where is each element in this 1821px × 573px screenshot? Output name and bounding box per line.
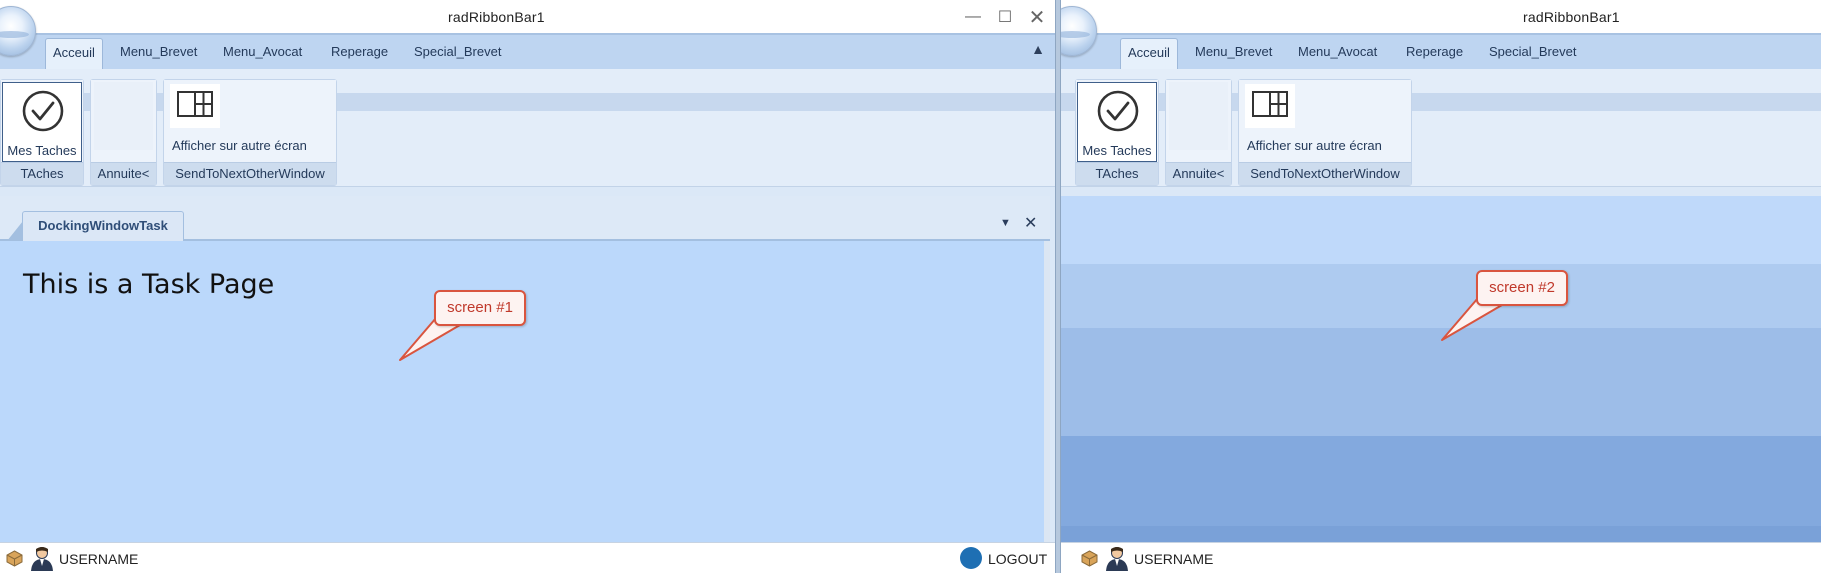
main-window-screen-2: radRibbonBar1 Acceuil Menu_Brevet Menu_A…: [1061, 0, 1821, 573]
close-icon[interactable]: ✕: [1022, 4, 1052, 30]
status-bar: USERNAME LOGOUT: [0, 542, 1055, 573]
tab-reperage[interactable]: Reperage: [331, 44, 388, 59]
logout-icon[interactable]: [960, 547, 982, 569]
mes-taches-button[interactable]: Mes Taches: [1077, 82, 1157, 162]
empty-workspace: [1061, 196, 1821, 542]
ribbon-tab-bar: Acceuil Menu_Brevet Menu_Avocat Reperage…: [0, 35, 1055, 69]
user-icon: [31, 547, 53, 571]
mes-taches-label: Mes Taches: [7, 143, 77, 158]
group-taches-title: TAches: [1076, 162, 1158, 185]
tab-special-brevet[interactable]: Special_Brevet: [1489, 44, 1576, 59]
group-taches: Mes Taches TAches: [1075, 79, 1159, 186]
package-icon: [1081, 550, 1098, 567]
tab-reperage[interactable]: Reperage: [1406, 44, 1463, 59]
logout-button[interactable]: LOGOUT: [988, 551, 1047, 567]
mes-taches-button[interactable]: Mes Taches: [2, 82, 82, 162]
minimize-icon[interactable]: —: [958, 4, 988, 30]
tab-acceuil[interactable]: Acceuil: [45, 38, 103, 69]
ribbon-band: [0, 93, 1055, 111]
group-annuite-title: Annuite<: [1166, 162, 1231, 185]
ribbon-panel: Mes Taches TAches Annuite< Afficher sur …: [1061, 69, 1821, 187]
window-title: radRibbonBar1: [448, 9, 545, 25]
callout-screen-1: screen #1: [434, 290, 526, 326]
dock-tab-task[interactable]: DockingWindowTask: [7, 211, 184, 241]
main-window-screen-1: radRibbonBar1 — ☐ ✕ Acceuil Menu_Brevet …: [0, 0, 1055, 573]
group-annuite: Annuite<: [1165, 79, 1232, 186]
annuite-empty-area: [94, 82, 153, 150]
task-page-text: This is a Task Page: [23, 269, 275, 300]
dock-dropdown-icon[interactable]: ▼: [1000, 217, 1011, 229]
dock-tab-strip: DockingWindowTask ▼ ✕: [0, 196, 1050, 241]
window-title: radRibbonBar1: [1523, 9, 1620, 25]
package-icon: [6, 550, 23, 567]
callout-screen-2: screen #2: [1476, 270, 1568, 306]
tab-acceuil[interactable]: Acceuil: [1120, 38, 1178, 69]
username-label: USERNAME: [1134, 551, 1214, 567]
grid-layout-icon: [177, 91, 213, 117]
group-annuite: Annuite<: [90, 79, 157, 186]
maximize-icon[interactable]: ☐: [990, 4, 1020, 30]
mes-taches-label: Mes Taches: [1082, 143, 1152, 158]
task-page: This is a Task Page: [0, 241, 1050, 542]
group-send-to-next: Afficher sur autre écran SendToNextOther…: [1238, 79, 1412, 186]
username-label: USERNAME: [59, 551, 139, 567]
group-taches: Mes Taches TAches: [0, 79, 84, 186]
ribbon-tab-bar: Acceuil Menu_Brevet Menu_Avocat Reperage…: [1061, 35, 1821, 69]
group-send-to-next: Afficher sur autre écran SendToNextOther…: [163, 79, 337, 186]
group-annuite-title: Annuite<: [91, 162, 156, 185]
afficher-label[interactable]: Afficher sur autre écran: [1247, 138, 1382, 153]
tab-menu-brevet[interactable]: Menu_Brevet: [120, 44, 197, 59]
group-send-title: SendToNextOtherWindow: [1239, 162, 1411, 185]
user-icon: [1106, 547, 1128, 571]
grid-layout-icon: [1252, 91, 1288, 117]
group-send-title: SendToNextOtherWindow: [164, 162, 336, 185]
status-bar: USERNAME: [1061, 542, 1821, 573]
check-circle-icon: [1097, 90, 1139, 132]
afficher-label[interactable]: Afficher sur autre écran: [172, 138, 307, 153]
title-bar: radRibbonBar1: [1061, 0, 1821, 35]
ribbon-panel: Mes Taches TAches Annuite< Afficher sur …: [0, 69, 1055, 187]
tab-menu-brevet[interactable]: Menu_Brevet: [1195, 44, 1272, 59]
afficher-button[interactable]: [1245, 84, 1295, 128]
dock-close-icon[interactable]: ✕: [1024, 213, 1037, 233]
title-bar: radRibbonBar1 — ☐ ✕: [0, 0, 1055, 35]
dual-screen-stage: radRibbonBar1 — ☐ ✕ Acceuil Menu_Brevet …: [0, 0, 1821, 573]
afficher-button[interactable]: [170, 84, 220, 128]
tab-special-brevet[interactable]: Special_Brevet: [414, 44, 501, 59]
tab-menu-avocat[interactable]: Menu_Avocat: [1298, 44, 1377, 59]
check-circle-icon: [22, 90, 64, 132]
docking-window: DockingWindowTask ▼ ✕ This is a Task Pag…: [0, 196, 1050, 542]
annuite-empty-area: [1169, 82, 1228, 150]
tab-menu-avocat[interactable]: Menu_Avocat: [223, 44, 302, 59]
group-taches-title: TAches: [1, 162, 83, 185]
collapse-ribbon-icon[interactable]: ▲: [1031, 41, 1045, 57]
